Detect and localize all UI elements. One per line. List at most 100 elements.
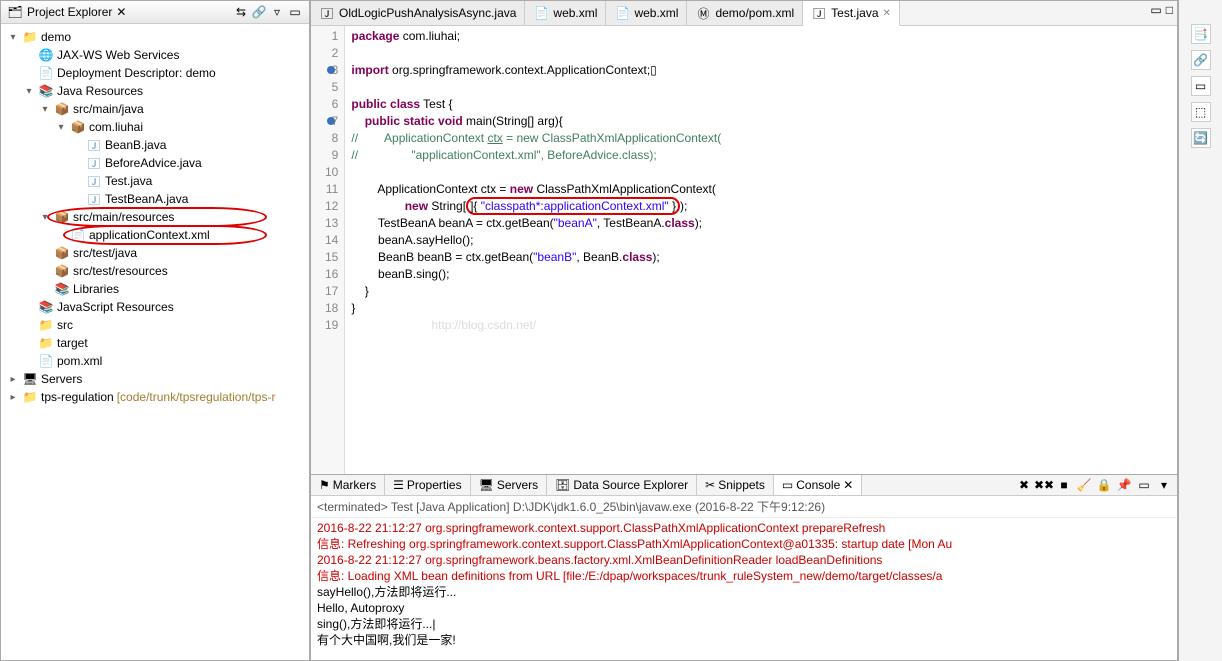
- tree-label: applicationContext.xml: [89, 228, 210, 242]
- java-resources[interactable]: ▾📚Java Resources: [3, 82, 307, 100]
- src-test-resources[interactable]: 📦src/test/resources: [3, 262, 307, 280]
- minimize-icon[interactable]: ▭: [1150, 3, 1161, 23]
- tab-label: OldLogicPushAnalysisAsync.java: [339, 6, 516, 20]
- expander-icon[interactable]: ▾: [7, 31, 19, 43]
- tree-icon: 🄹: [86, 137, 102, 153]
- view-menu-icon[interactable]: ▿: [269, 4, 285, 20]
- view-icon: ✂: [705, 478, 715, 492]
- line-gutter: 1235678910111213141516171819: [311, 26, 345, 474]
- src-test-java[interactable]: 📦src/test/java: [3, 244, 307, 262]
- file-pom[interactable]: 📄pom.xml: [3, 352, 307, 370]
- pin-console-icon[interactable]: 📌: [1115, 476, 1133, 494]
- editor-tabs: 🄹OldLogicPushAnalysisAsync.java📄web.xml📄…: [311, 1, 1177, 26]
- expander-icon[interactable]: ▾: [39, 211, 51, 223]
- tree-icon: 📚: [54, 281, 70, 297]
- view-tab-properties[interactable]: ☰Properties: [385, 475, 470, 495]
- view-tab-data-source-explorer[interactable]: 🗄Data Source Explorer: [547, 475, 697, 495]
- project-demo[interactable]: ▾📁demo: [3, 28, 307, 46]
- project-explorer-panel: 🗂 Project Explorer ✕ ⇆ 🔗 ▿ ▭ ▾📁demo🌐JAX-…: [0, 0, 310, 661]
- tree-label: com.liuhai: [89, 120, 143, 134]
- project-tps[interactable]: ▸📁tps-regulation [code/trunk/tpsregulati…: [3, 388, 307, 406]
- editor-body[interactable]: 1235678910111213141516171819 package com…: [311, 26, 1177, 474]
- tree-icon: 📁: [38, 335, 54, 351]
- open-console-icon[interactable]: ▾: [1155, 476, 1173, 494]
- minimize-icon[interactable]: ▭: [287, 4, 303, 20]
- editor-tab[interactable]: 🄹OldLogicPushAnalysisAsync.java: [311, 1, 525, 25]
- right-tool-4[interactable]: 🔄: [1191, 128, 1211, 148]
- package-com-liuhai[interactable]: ▾📦com.liuhai: [3, 118, 307, 136]
- folder-src[interactable]: 📁src: [3, 316, 307, 334]
- deployment-descriptor[interactable]: 📄Deployment Descriptor: demo: [3, 64, 307, 82]
- code-content[interactable]: package com.liuhai; import org.springfra…: [345, 26, 727, 474]
- editor-tab[interactable]: 📄web.xml: [525, 1, 606, 25]
- view-tab-snippets[interactable]: ✂Snippets: [697, 475, 774, 495]
- tree-label: Deployment Descriptor: demo: [57, 66, 216, 80]
- file-icon: Ⓜ: [695, 5, 711, 21]
- remove-launch-icon[interactable]: ✖: [1015, 476, 1033, 494]
- expander-icon[interactable]: ▾: [55, 121, 67, 133]
- explorer-header: 🗂 Project Explorer ✕ ⇆ 🔗 ▿ ▭: [1, 1, 309, 24]
- clear-console-icon[interactable]: 🧹: [1075, 476, 1093, 494]
- view-tab-servers[interactable]: 🖥Servers: [471, 475, 548, 495]
- display-selected-icon[interactable]: ▭: [1135, 476, 1153, 494]
- js-resources[interactable]: 📚JavaScript Resources: [3, 298, 307, 316]
- explorer-icon: 🗂: [7, 4, 23, 20]
- breakpoint-icon[interactable]: [327, 117, 335, 125]
- src-main-resources[interactable]: ▾📦src/main/resources: [3, 208, 307, 226]
- expander-icon[interactable]: ▸: [7, 373, 19, 385]
- collapse-all-icon[interactable]: ⇆: [233, 4, 249, 20]
- scroll-lock-icon[interactable]: 🔒: [1095, 476, 1113, 494]
- expander-icon[interactable]: ▸: [7, 391, 19, 403]
- jaxws-node[interactable]: 🌐JAX-WS Web Services: [3, 46, 307, 64]
- file-beforeadvice[interactable]: 🄹BeforeAdvice.java: [3, 154, 307, 172]
- remove-all-icon[interactable]: ✖✖: [1035, 476, 1053, 494]
- folder-target[interactable]: 📁target: [3, 334, 307, 352]
- expander-icon[interactable]: ▾: [39, 103, 51, 115]
- right-tool-1[interactable]: 🔗: [1191, 50, 1211, 70]
- file-appcontext[interactable]: 📄applicationContext.xml: [3, 226, 307, 244]
- file-beanb[interactable]: 🄹BeanB.java: [3, 136, 307, 154]
- expander-icon[interactable]: ▾: [23, 85, 35, 97]
- console-line: sing(),方法即将运行...|: [317, 616, 1171, 632]
- tree-icon: 📚: [38, 83, 54, 99]
- link-editor-icon[interactable]: 🔗: [251, 4, 267, 20]
- right-tool-2[interactable]: ▭: [1191, 76, 1211, 96]
- close-icon[interactable]: ✕: [843, 478, 853, 492]
- view-tab-console[interactable]: ▭Console ✕: [774, 475, 862, 495]
- file-test[interactable]: 🄹Test.java: [3, 172, 307, 190]
- console-output[interactable]: 2016-8-22 21:12:27 org.springframework.c…: [311, 518, 1177, 660]
- tree-label: Servers: [41, 372, 82, 386]
- right-tool-0[interactable]: 📑: [1191, 24, 1211, 44]
- editor-tab[interactable]: 📄web.xml: [606, 1, 687, 25]
- tree-label: BeanB.java: [105, 138, 166, 152]
- console-header: <terminated> Test [Java Application] D:\…: [311, 496, 1177, 518]
- editor-tab[interactable]: Ⓜdemo/pom.xml: [687, 1, 803, 25]
- view-label: Snippets: [718, 478, 765, 492]
- tree-icon: 📁: [22, 389, 38, 405]
- tree-label: BeforeAdvice.java: [105, 156, 202, 170]
- expander-icon: [71, 157, 83, 169]
- tree-label: src/test/java: [73, 246, 137, 260]
- close-icon[interactable]: ✕: [883, 8, 891, 19]
- servers-node[interactable]: ▸🖥Servers: [3, 370, 307, 388]
- editor-area: 🄹OldLogicPushAnalysisAsync.java📄web.xml📄…: [310, 0, 1178, 661]
- right-tool-3[interactable]: ⬚: [1191, 102, 1211, 122]
- file-testbeana[interactable]: 🄹TestBeanA.java: [3, 190, 307, 208]
- expander-icon: [71, 139, 83, 151]
- editor-tab[interactable]: 🄹Test.java✕: [803, 1, 900, 26]
- expander-icon: [39, 265, 51, 277]
- expander-icon: [39, 247, 51, 259]
- expander-icon: [71, 175, 83, 187]
- terminate-icon[interactable]: ■: [1055, 476, 1073, 494]
- view-label: Data Source Explorer: [573, 478, 688, 492]
- breakpoint-icon[interactable]: [327, 66, 335, 74]
- right-toolbar: 📑 🔗 ▭ ⬚ 🔄: [1178, 0, 1222, 661]
- libraries[interactable]: 📚Libraries: [3, 280, 307, 298]
- src-main-java[interactable]: ▾📦src/main/java: [3, 100, 307, 118]
- project-tree[interactable]: ▾📁demo🌐JAX-WS Web Services📄Deployment De…: [1, 24, 309, 660]
- console-line: 有个大中国啊,我们是一家!: [317, 632, 1171, 648]
- maximize-icon[interactable]: □: [1166, 3, 1173, 23]
- tree-icon: 📄: [70, 227, 86, 243]
- view-tab-markers[interactable]: ⚑Markers: [311, 475, 385, 495]
- tree-label: Test.java: [105, 174, 152, 188]
